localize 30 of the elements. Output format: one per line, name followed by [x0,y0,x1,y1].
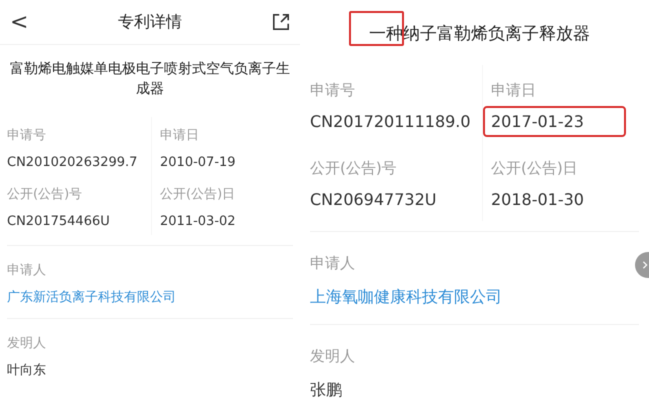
field-value: CN206947732U [310,189,436,211]
field-label: 申请日 [491,80,537,101]
field-label: 公开(公告)日 [160,186,236,204]
field-label: 申请日 [160,127,200,145]
chevron-icon [641,261,649,269]
section-label: 发明人 [7,335,47,353]
page-title: 专利详情 [118,12,182,32]
field-value: CN201020263299.7 [7,154,138,172]
section-label: 申请人 [7,262,47,280]
field-label: 申请号 [7,127,47,145]
patent-title: 一种纳子富勒烯负离子释放器 [368,23,591,46]
share-icon[interactable] [272,13,290,31]
field-label: 公开(公告)日 [491,158,579,179]
patent-title: 富勒烯电触媒单电极电子喷射式空气负离子生成器 [9,60,291,99]
field-value: 2018-01-30 [491,189,584,211]
section-value: 叶向东 [7,362,47,379]
field-label: 公开(公告)号 [310,158,398,179]
company-link[interactable]: 上海氧咖健康科技有限公司 [310,281,639,308]
field-label: 申请号 [310,80,356,101]
back-button[interactable]: < [10,10,28,34]
section-label: 申请人 [310,253,356,274]
field-value: CN201720111189.0 [310,111,471,133]
field-value: 2017-01-23 [485,108,624,135]
company-link[interactable]: 广东新活负离子科技有限公司 [7,286,293,306]
field-value: 2011-03-02 [160,213,236,231]
section-value: 张鹏 [310,379,343,401]
field-label: 公开(公告)号 [7,186,84,204]
field-value: CN201754466U [7,213,110,231]
field-value: 2010-07-19 [160,154,236,172]
section-label: 发明人 [310,346,356,367]
